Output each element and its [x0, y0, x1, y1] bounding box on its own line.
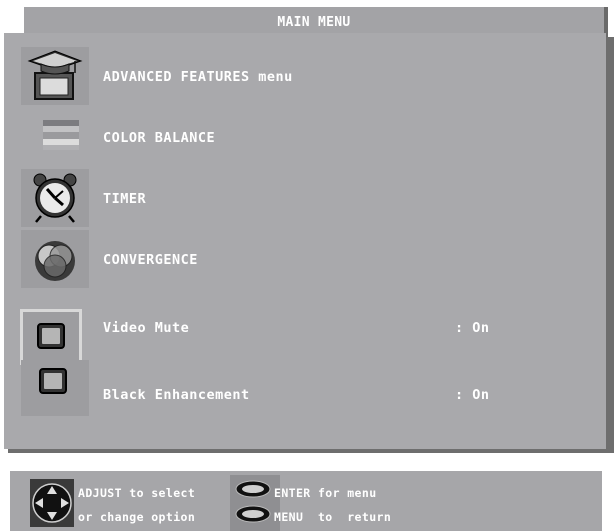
main-menu-panel: ADVANCED FEATURES menu COLOR BALANCE TIM…: [4, 33, 606, 449]
help-bar: ADJUST to select or change option ENTER …: [10, 471, 602, 531]
advanced-features-item[interactable]: [21, 47, 89, 105]
menu-title: MAIN MENU: [277, 15, 351, 30]
graduation-cap-icon: [27, 50, 83, 100]
menu-item-convergence[interactable]: CONVERGENCE: [103, 252, 198, 268]
color-bars-icon: [43, 120, 79, 150]
monitor-icon: [37, 323, 65, 349]
help-enter-text: ENTER for menu: [274, 486, 377, 500]
black-enhancement-value: : On: [455, 387, 490, 403]
color-balance-item[interactable]: [21, 108, 89, 166]
video-mute-value: : On: [455, 320, 490, 336]
help-menu-text: MENU to return: [274, 510, 392, 524]
timer-item[interactable]: [21, 169, 89, 227]
help-adjust-line1: ADJUST to select: [78, 486, 196, 500]
menu-item-advanced-features[interactable]: ADVANCED FEATURES menu: [103, 69, 293, 85]
menu-item-color-balance[interactable]: COLOR BALANCE: [103, 130, 215, 146]
monitor-icon: [39, 368, 67, 394]
convergence-circles-icon: [35, 241, 75, 281]
black-enhancement-item[interactable]: [21, 360, 89, 416]
convergence-item[interactable]: [21, 230, 89, 288]
directional-pad-icon: [30, 479, 74, 527]
video-mute-item[interactable]: [20, 309, 82, 365]
alarm-clock-icon: [33, 173, 77, 223]
menu-item-timer[interactable]: TIMER: [103, 191, 146, 207]
help-adjust-line2: or change option: [78, 510, 196, 524]
menu-item-video-mute[interactable]: Video Mute: [103, 320, 189, 336]
enter-button-icon: [230, 475, 280, 531]
menu-item-black-enhancement[interactable]: Black Enhancement: [103, 387, 250, 403]
